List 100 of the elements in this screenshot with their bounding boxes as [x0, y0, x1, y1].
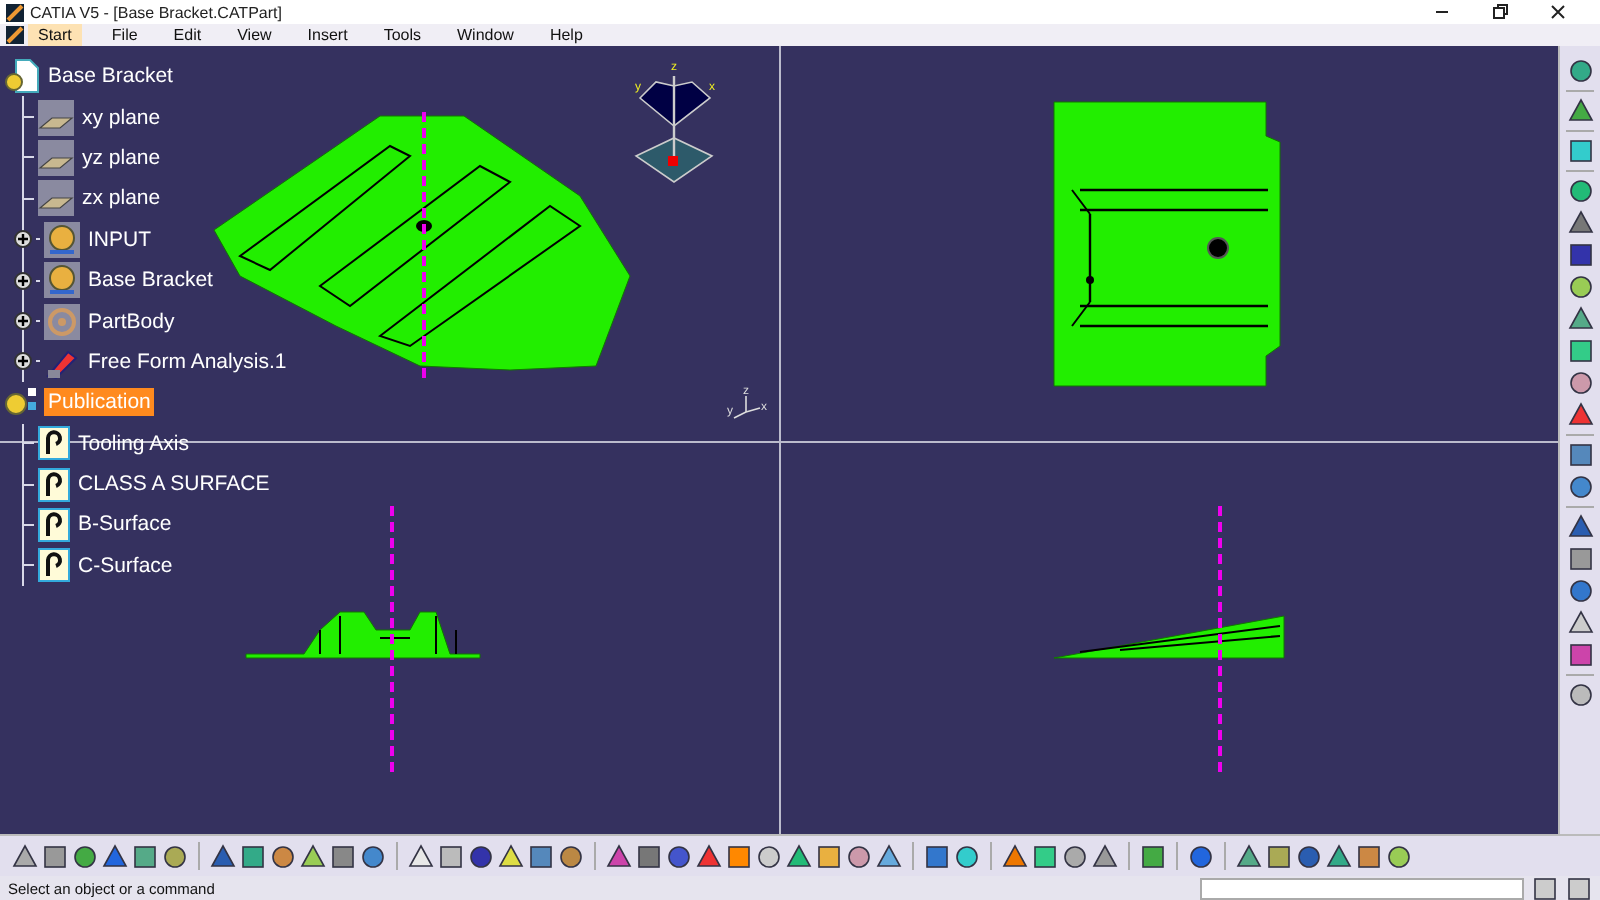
menu-item[interactable]: Start: [28, 24, 82, 46]
menu-item[interactable]: File: [101, 24, 148, 46]
toolbar-icon[interactable]: [498, 843, 524, 869]
publication-icon[interactable]: [4, 384, 40, 421]
toolbar-icon[interactable]: [1567, 58, 1593, 84]
restore-icon[interactable]: [1490, 2, 1510, 22]
toolbar-icon[interactable]: [330, 843, 356, 869]
toolbar-icon[interactable]: [876, 843, 902, 869]
toolbar-icon[interactable]: [1567, 578, 1593, 604]
expand-icon[interactable]: [14, 352, 32, 371]
geometrical-set-icon[interactable]: [44, 262, 80, 299]
toolbar-icon[interactable]: [1062, 843, 1088, 869]
toolbar-icon[interactable]: [1296, 843, 1322, 869]
toolbar-icon[interactable]: [300, 843, 326, 869]
toolbar-icon[interactable]: [1567, 98, 1593, 124]
tree-item[interactable]: PartBody: [84, 307, 179, 336]
close-icon[interactable]: [1548, 2, 1568, 22]
menu-item[interactable]: Help: [539, 24, 593, 46]
expand-icon[interactable]: [14, 312, 32, 331]
toolbar-icon[interactable]: [1567, 442, 1593, 468]
toolbar-icon[interactable]: [1567, 138, 1593, 164]
command-input-field[interactable]: [1200, 877, 1524, 899]
toolbar-icon[interactable]: [72, 843, 98, 869]
toolbar-icon[interactable]: [846, 843, 872, 869]
toolbar-icon[interactable]: [816, 843, 842, 869]
toolbar-icon[interactable]: [528, 843, 554, 869]
toolbar-icon[interactable]: [240, 843, 266, 869]
toolbar-icon[interactable]: [360, 843, 386, 869]
toolbar-icon[interactable]: [132, 843, 158, 869]
toolbar-icon[interactable]: [12, 843, 38, 869]
toolbar-icon[interactable]: [42, 843, 68, 869]
toolbar-icon[interactable]: [924, 843, 950, 869]
toolbar-icon[interactable]: [1002, 843, 1028, 869]
tree-item[interactable]: zx plane: [78, 184, 165, 213]
toolbar-icon[interactable]: [1567, 402, 1593, 428]
toolbar-icon[interactable]: [1326, 843, 1352, 869]
tree-item[interactable]: C-Surface: [74, 551, 177, 580]
toolbar-icon[interactable]: [696, 843, 722, 869]
tree-item[interactable]: yz plane: [78, 143, 165, 172]
menu-item[interactable]: Edit: [163, 24, 212, 46]
toolbar-icon[interactable]: [1266, 843, 1292, 869]
plane-icon[interactable]: [38, 180, 74, 217]
toolbar-icon[interactable]: [1567, 274, 1593, 300]
toolbar-icon[interactable]: [1567, 210, 1593, 236]
toolbar-icon[interactable]: [438, 843, 464, 869]
toolbar-icon[interactable]: [558, 843, 584, 869]
published-element-icon[interactable]: [38, 507, 70, 542]
toolbar-icon[interactable]: [636, 843, 662, 869]
tree-item[interactable]: Free Form Analysis.1: [84, 347, 291, 376]
part-document-icon[interactable]: [4, 58, 40, 95]
expand-icon[interactable]: [14, 271, 32, 290]
toolbar-icon[interactable]: [1032, 843, 1058, 869]
published-element-icon[interactable]: [38, 426, 70, 461]
plane-icon[interactable]: [38, 139, 74, 176]
toolbar-icon[interactable]: [1567, 338, 1593, 364]
toolbar-icon[interactable]: [1567, 514, 1593, 540]
toolbar-icon[interactable]: [1567, 242, 1593, 268]
toolbar-icon[interactable]: [1092, 843, 1118, 869]
toolbar-icon[interactable]: [1567, 610, 1593, 636]
toolbar-icon[interactable]: [468, 843, 494, 869]
toolbar-icon[interactable]: [1188, 843, 1214, 869]
toolbar-icon[interactable]: [606, 843, 632, 869]
tree-item[interactable]: CLASS A SURFACE: [74, 470, 274, 499]
menu-item[interactable]: Tools: [373, 24, 431, 46]
expand-icon[interactable]: [14, 230, 32, 249]
toolbar-icon[interactable]: [1532, 875, 1558, 900]
toolbar-icon[interactable]: [1356, 843, 1382, 869]
toolbar-icon[interactable]: [666, 843, 692, 869]
toolbar-icon[interactable]: [270, 843, 296, 869]
tree-item[interactable]: Base Bracket: [44, 62, 177, 91]
published-element-icon[interactable]: [38, 548, 70, 583]
toolbar-icon[interactable]: [1567, 370, 1593, 396]
toolbar-icon[interactable]: [1567, 546, 1593, 572]
toolbar-icon[interactable]: [1567, 642, 1593, 668]
menu-item[interactable]: View: [227, 24, 282, 46]
toolbar-icon[interactable]: [1567, 306, 1593, 332]
toolbar-icon[interactable]: [786, 843, 812, 869]
toolbar-icon[interactable]: [1140, 843, 1166, 869]
toolbar-icon[interactable]: [1566, 875, 1592, 900]
menu-item[interactable]: Window: [447, 24, 524, 46]
tree-item[interactable]: INPUT: [84, 225, 155, 254]
toolbar-icon[interactable]: [102, 843, 128, 869]
toolbar-icon[interactable]: [1567, 682, 1593, 708]
body-icon[interactable]: [44, 303, 80, 340]
toolbar-icon[interactable]: [1236, 843, 1262, 869]
geometrical-set-icon[interactable]: [44, 221, 80, 258]
toolbar-icon[interactable]: [1567, 178, 1593, 204]
menu-item[interactable]: Insert: [297, 24, 358, 46]
toolbar-icon[interactable]: [408, 843, 434, 869]
toolbar-icon[interactable]: [210, 843, 236, 869]
toolbar-icon[interactable]: [726, 843, 752, 869]
tree-item[interactable]: xy plane: [78, 103, 165, 132]
toolbar-icon[interactable]: [1386, 843, 1412, 869]
published-element-icon[interactable]: [38, 467, 70, 502]
plane-icon[interactable]: [38, 99, 74, 136]
tree-item[interactable]: B-Surface: [74, 510, 176, 539]
toolbar-icon[interactable]: [1567, 474, 1593, 500]
tree-item[interactable]: Base Bracket: [84, 266, 217, 295]
toolbar-icon[interactable]: [954, 843, 980, 869]
toolbar-icon[interactable]: [162, 843, 188, 869]
